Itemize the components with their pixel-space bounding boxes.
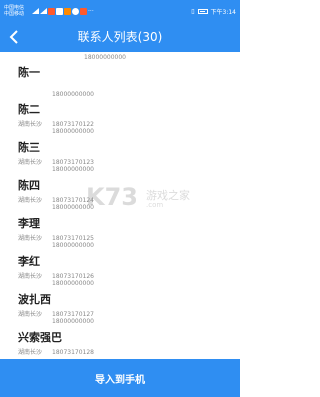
contact-phone-2: 18000000000: [52, 91, 94, 98]
signal-icon: [40, 8, 47, 14]
app-notification-icon: [80, 7, 87, 15]
contact-item[interactable]: 陈一 18000000000: [0, 66, 240, 104]
partial-phone: 18000000000: [84, 54, 126, 61]
contact-name: 陈二: [18, 103, 40, 116]
contact-location: 湖南长沙: [18, 273, 43, 280]
contact-phone-2: 18000000000: [52, 204, 94, 211]
contact-item[interactable]: 陈三 湖南长沙 18073170123 18000000000: [0, 141, 240, 179]
carrier-info: 中国电信 中国移动: [4, 5, 28, 17]
vibrate-icon: ▯: [191, 7, 195, 15]
app-notification-icon: [72, 7, 79, 15]
contact-name: 波扎西: [18, 293, 51, 306]
contact-phone-2: 18000000000: [52, 242, 94, 249]
contact-location: 湖南长沙: [18, 235, 43, 242]
app-notification-icon: [48, 7, 55, 15]
contact-phone-2: 18000000000: [52, 280, 94, 287]
contact-list[interactable]: 18000000000 陈一 18000000000 陈二 湖南长沙 18073…: [0, 52, 240, 359]
more-notifications-icon: ···: [88, 7, 94, 15]
signal-icon: [32, 8, 39, 14]
contact-phone-2: 18000000000: [52, 166, 94, 173]
contact-name: 陈三: [18, 141, 40, 154]
contact-location: 湖南长沙: [18, 311, 43, 318]
battery-icon: [197, 8, 208, 14]
carrier-line-2: 中国移动: [4, 11, 25, 17]
import-to-phone-button[interactable]: 导入到手机: [0, 359, 240, 397]
contact-location: 湖南长沙: [18, 197, 43, 204]
contact-name: 李红: [18, 255, 40, 268]
contact-name: 陈一: [18, 66, 40, 79]
app-notification-icon: [64, 7, 71, 15]
status-bar: 中国电信 中国移动 ··· ▯ 下午3:14: [0, 0, 240, 22]
contact-phone-1: 18073170128: [52, 349, 94, 356]
status-right: ▯ 下午3:14: [191, 7, 236, 16]
contact-location: 湖南长沙: [18, 159, 43, 166]
contact-name: 兴索强巴: [18, 331, 62, 344]
nav-bar: 联系人列表(30): [0, 22, 240, 52]
contact-phone-2: 18000000000: [52, 318, 94, 325]
contact-item[interactable]: 兴索强巴 湖南长沙 18073170128: [0, 331, 240, 359]
contact-item[interactable]: 李理 湖南长沙 18073170125 18000000000: [0, 217, 240, 255]
contact-item[interactable]: 陈二 湖南长沙 18073170122 18000000000: [0, 103, 240, 141]
page-title: 联系人列表(30): [77, 30, 163, 44]
status-icons: ···: [32, 7, 94, 15]
contact-item[interactable]: 李红 湖南长沙 18073170126 18000000000: [0, 255, 240, 293]
contact-name: 陈四: [18, 179, 40, 192]
contact-name: 李理: [18, 217, 40, 230]
contact-location: 湖南长沙: [18, 349, 43, 356]
contact-location: 湖南长沙: [18, 121, 43, 128]
contact-phone-2: 18000000000: [52, 128, 94, 135]
app-notification-icon: [56, 7, 63, 15]
contact-item[interactable]: 陈四 湖南长沙 18073170124 18000000000: [0, 179, 240, 217]
status-time: 下午3:14: [210, 8, 236, 16]
contact-item[interactable]: 波扎西 湖南长沙 18073170127 18000000000: [0, 293, 240, 331]
